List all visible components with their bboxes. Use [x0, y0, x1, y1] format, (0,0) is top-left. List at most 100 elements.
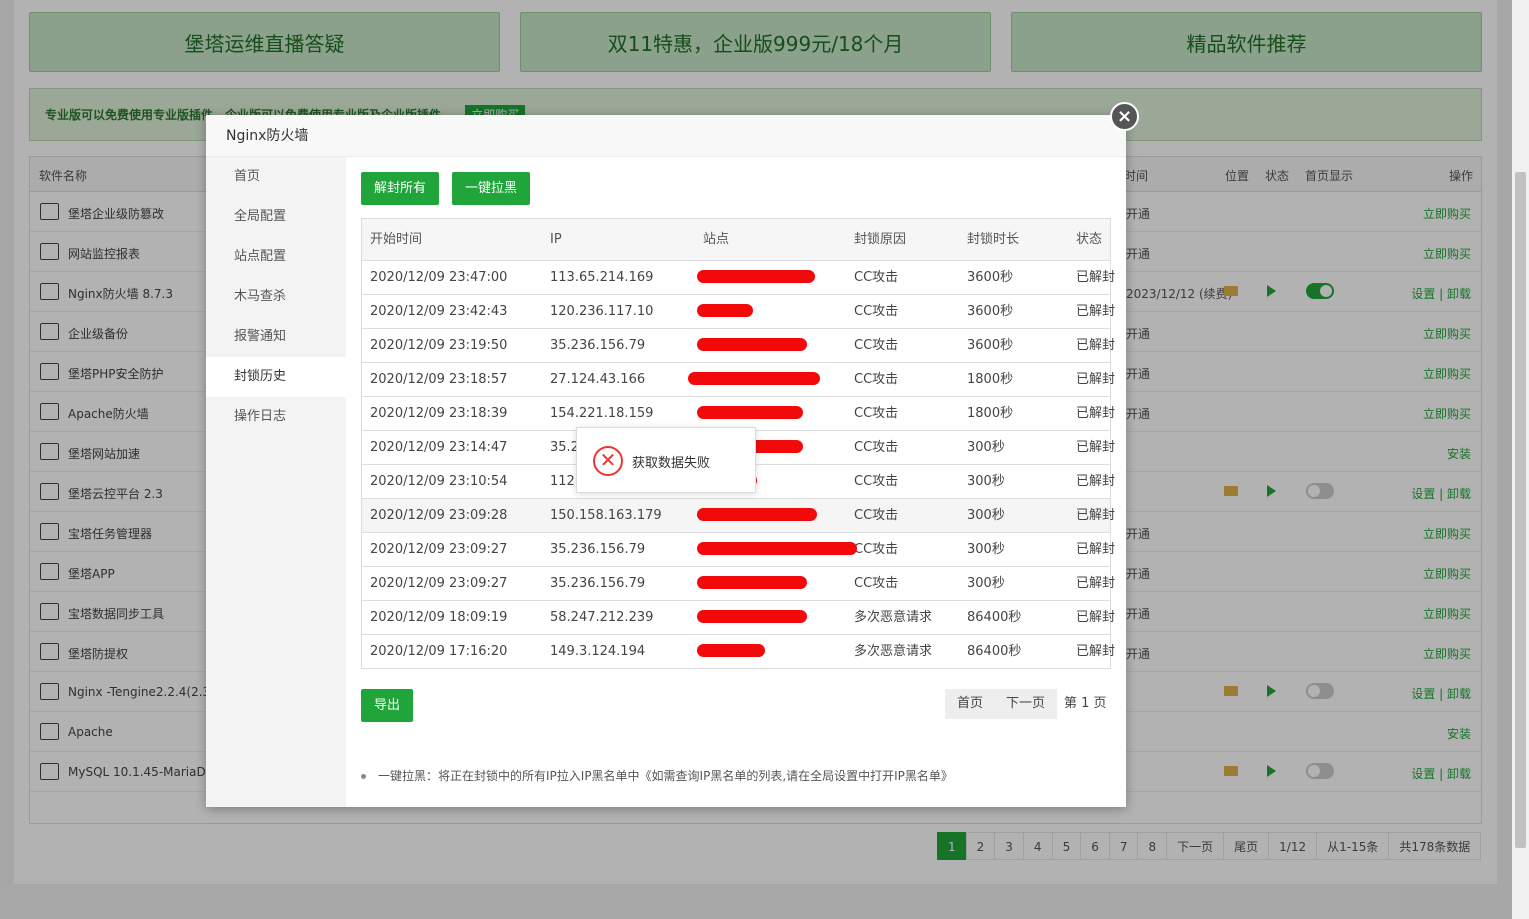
redacted-site — [697, 338, 807, 351]
modal-menu-item[interactable]: 报警通知 — [206, 317, 346, 357]
history-cell-time: 2020/12/09 18:09:19 — [370, 610, 508, 625]
history-cell-reason: 多次恶意请求 — [854, 644, 933, 659]
history-row: 2020/12/09 23:18:39 154.221.18.159 CC攻击 180… — [362, 397, 1115, 431]
history-cell-time: 2020/12/09 23:10:54 — [370, 474, 508, 489]
history-cell-ip: 58.247.212.239 — [550, 610, 654, 625]
history-cell-status: 已解封 — [1076, 542, 1116, 557]
history-cell-ip: 27.124.43.166 — [550, 372, 646, 387]
modal-menu-item[interactable]: 操作日志 — [206, 397, 346, 437]
history-row: 2020/12/09 23:19:50 35.236.156.79 CC攻击 3600… — [362, 329, 1115, 363]
redacted-site — [688, 372, 820, 385]
history-cell-dur: 1800秒 — [967, 372, 1014, 387]
history-row: 2020/12/09 23:47:00 113.65.214.169 CC攻击 360… — [362, 261, 1115, 295]
history-cell-ip: 120.236.117.10 — [550, 304, 654, 319]
history-cell-reason: CC攻击 — [854, 406, 899, 421]
history-cell-dur: 3600秒 — [967, 338, 1014, 353]
history-col-header: 状态 — [1076, 232, 1103, 247]
blacklist-all-button[interactable]: 一键拉黑 — [452, 172, 531, 205]
history-cell-ip: 112 — [550, 474, 575, 489]
modal-menu-item[interactable]: 木马查杀 — [206, 277, 346, 317]
redacted-site — [697, 610, 807, 623]
history-col-header: 开始时间 — [370, 232, 423, 247]
history-cell-dur: 300秒 — [967, 440, 1005, 455]
history-cell-reason: CC攻击 — [854, 270, 899, 285]
history-cell-time: 2020/12/09 23:47:00 — [370, 270, 508, 285]
history-cell-status: 已解封 — [1076, 474, 1116, 489]
history-cell-status: 已解封 — [1076, 270, 1116, 285]
modal-sidebar: 首页 全局配置 站点配置 木马查杀 报警通知 封锁历史 操作日志 — [206, 157, 346, 807]
error-icon: ✕ — [593, 446, 623, 476]
history-cell-status: 已解封 — [1076, 304, 1116, 319]
history-cell-time: 2020/12/09 23:09:27 — [370, 576, 508, 591]
close-icon[interactable]: × — [1110, 102, 1139, 131]
history-cell-reason: CC攻击 — [854, 304, 899, 319]
history-cell-time: 2020/12/09 23:09:28 — [370, 508, 508, 523]
history-row: 2020/12/09 18:09:19 58.247.212.239 多次恶意请求 8… — [362, 601, 1115, 635]
blacklist-tip: 一键拉黑：将正在封锁中的所有IP拉入IP黑名单中《如需查询IP黑名单的列表,请在… — [361, 767, 953, 784]
modal-title: Nginx防火墙 — [206, 115, 1126, 157]
history-cell-time: 2020/12/09 17:16:20 — [370, 644, 508, 659]
page-scrollbar[interactable] — [1512, 0, 1529, 919]
history-row: 2020/12/09 23:09:28 150.158.163.179 CC攻击 30… — [362, 499, 1115, 533]
block-history-header: 开始时间 IP 站点 封锁原因 封锁时长 状态 — [362, 219, 1110, 261]
history-cell-time: 2020/12/09 23:09:27 — [370, 542, 508, 557]
history-cell-time: 2020/12/09 23:18:39 — [370, 406, 508, 421]
redacted-site — [697, 508, 817, 521]
history-cell-status: 已解封 — [1076, 644, 1116, 659]
error-toast: ✕ 获取数据失败 — [576, 427, 756, 493]
history-cell-reason: CC攻击 — [854, 508, 899, 523]
history-cell-ip: 35.236.156.79 — [550, 542, 646, 557]
history-row: 2020/12/09 23:09:27 35.236.156.79 CC攻击 300秒… — [362, 567, 1115, 601]
history-cell-reason: CC攻击 — [854, 338, 899, 353]
history-col-header: 封锁时长 — [967, 232, 1020, 247]
history-row: 2020/12/09 23:18:57 27.124.43.166 CC攻击 1800… — [362, 363, 1115, 397]
redacted-site — [697, 304, 753, 317]
history-cell-ip: 113.65.214.169 — [550, 270, 654, 285]
history-cell-dur: 3600秒 — [967, 304, 1014, 319]
history-cell-time: 2020/12/09 23:14:47 — [370, 440, 508, 455]
history-cell-reason: 多次恶意请求 — [854, 610, 933, 625]
toast-message: 获取数据失败 — [632, 456, 711, 471]
firewall-modal: Nginx防火墙 × 首页 全局配置 站点配置 木马查杀 报警通知 封锁历史 操作日志 解封… — [206, 102, 1139, 807]
modal-menu-item[interactable]: 全局配置 — [206, 197, 346, 237]
current-page: 第 1 页 — [1064, 696, 1107, 711]
history-cell-time: 2020/12/09 23:19:50 — [370, 338, 508, 353]
modal-menu-item[interactable]: 封锁历史 — [206, 357, 346, 397]
history-cell-ip: 149.3.124.194 — [550, 644, 646, 659]
history-cell-reason: CC攻击 — [854, 576, 899, 591]
history-cell-reason: CC攻击 — [854, 542, 899, 557]
export-button[interactable]: 导出 — [361, 689, 414, 722]
history-cell-status: 已解封 — [1076, 406, 1116, 421]
next-page-button[interactable]: 下一页 — [994, 689, 1058, 719]
modal-menu-item[interactable]: 首页 — [206, 157, 346, 197]
history-row: 2020/12/09 23:42:43 120.236.117.10 CC攻击 360… — [362, 295, 1115, 329]
unblock-all-button[interactable]: 解封所有 — [361, 172, 440, 205]
history-cell-dur: 300秒 — [967, 576, 1005, 591]
history-cell-dur: 300秒 — [967, 508, 1005, 523]
redacted-site — [697, 576, 807, 589]
history-cell-dur: 86400秒 — [967, 610, 1022, 625]
history-cell-dur: 86400秒 — [967, 644, 1022, 659]
history-row: 2020/12/09 23:09:27 35.236.156.79 CC攻击 300秒… — [362, 533, 1115, 567]
history-col-header: 封锁原因 — [854, 232, 907, 247]
history-cell-dur: 300秒 — [967, 474, 1005, 489]
redacted-site — [697, 542, 857, 555]
history-cell-status: 已解封 — [1076, 610, 1116, 625]
history-cell-ip: 35.236.156.79 — [550, 338, 646, 353]
history-cell-reason: CC攻击 — [854, 440, 899, 455]
modal-menu-item[interactable]: 站点配置 — [206, 237, 346, 277]
first-page-button[interactable]: 首页 — [945, 689, 996, 719]
history-col-header: IP — [550, 232, 562, 247]
history-cell-status: 已解封 — [1076, 576, 1116, 591]
redacted-site — [697, 406, 803, 419]
history-cell-ip: 35.236.156.79 — [550, 576, 646, 591]
history-cell-time: 2020/12/09 23:42:43 — [370, 304, 508, 319]
redacted-site — [697, 270, 815, 283]
history-cell-dur: 1800秒 — [967, 406, 1014, 421]
history-cell-ip: 150.158.163.179 — [550, 508, 662, 523]
history-cell-dur: 3600秒 — [967, 270, 1014, 285]
history-cell-dur: 300秒 — [967, 542, 1005, 557]
history-cell-status: 已解封 — [1076, 338, 1116, 353]
history-cell-status: 已解封 — [1076, 440, 1116, 455]
scrollbar-thumb[interactable] — [1515, 172, 1526, 848]
